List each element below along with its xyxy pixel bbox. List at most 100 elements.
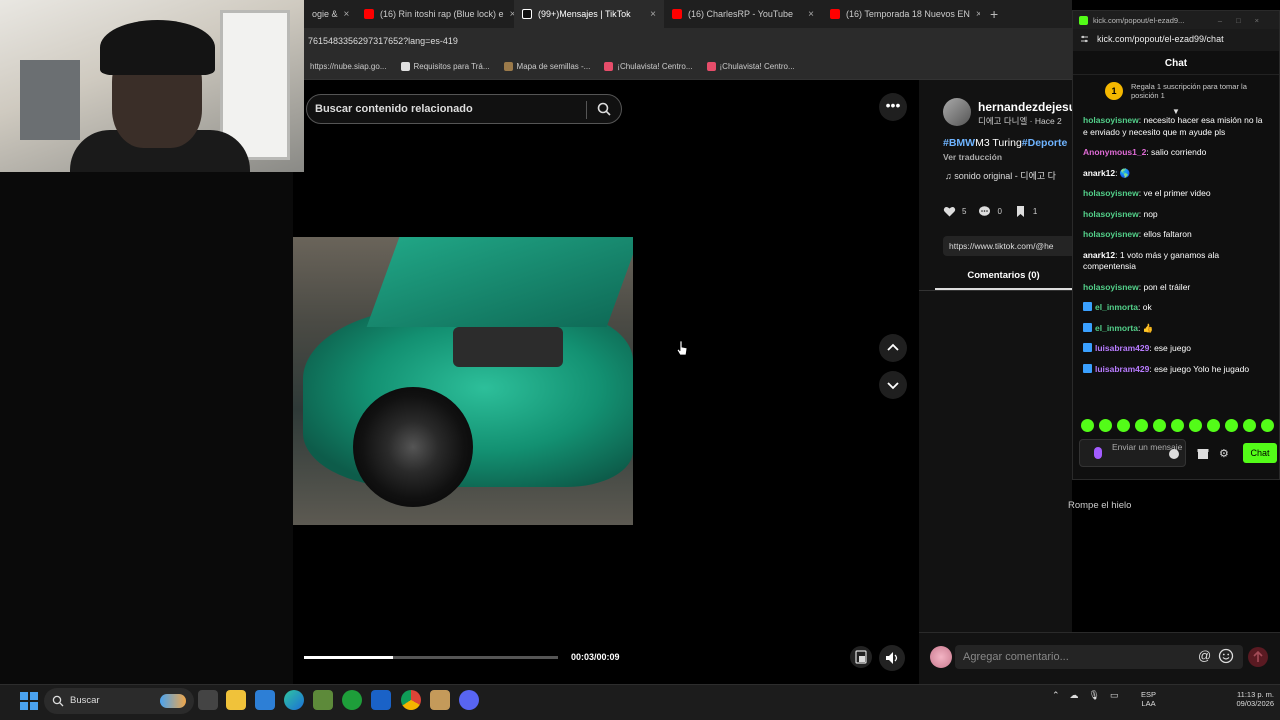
post-actions: 5 0 1 bbox=[943, 205, 1037, 218]
search-icon[interactable] bbox=[597, 102, 611, 116]
browser-tab-label: (99+)Mensajes | TikTok bbox=[538, 9, 631, 19]
post-username[interactable]: hernandezdejesu bbox=[978, 100, 1076, 114]
chat-send-button[interactable]: Chat bbox=[1243, 443, 1277, 463]
bookmark-item[interactable]: https://nube.siap.go... bbox=[310, 62, 387, 71]
display-icon[interactable]: ▭ bbox=[1110, 690, 1119, 701]
chrome-icon[interactable] bbox=[401, 690, 421, 710]
microphone-icon[interactable]: 🎙 bbox=[1089, 690, 1100, 701]
chat-message: holasoyisnew: ellos faltaron bbox=[1083, 229, 1269, 241]
new-tab-button[interactable]: + bbox=[990, 6, 998, 22]
minecraft-icon[interactable] bbox=[313, 690, 333, 710]
xbox-icon[interactable] bbox=[342, 690, 362, 710]
like-button[interactable]: 5 bbox=[943, 205, 966, 218]
address-bar[interactable]: 7615483356297317652?lang=es-419 bbox=[304, 28, 1072, 54]
store-icon[interactable] bbox=[255, 690, 275, 710]
browser-tab-3[interactable]: (16) CharlesRP - YouTube × bbox=[664, 0, 822, 28]
translate-link[interactable]: Ver traducción bbox=[943, 152, 1002, 162]
bookmark-item[interactable]: ¡Chulavista! Centro... bbox=[604, 62, 693, 71]
store-icon[interactable] bbox=[1197, 448, 1209, 460]
chat-username[interactable]: luisabram429 bbox=[1095, 343, 1149, 353]
chat-username[interactable]: holasoyisnew bbox=[1083, 229, 1139, 239]
keyboard-layout: LAA bbox=[1141, 699, 1156, 708]
comment-button[interactable]: 0 bbox=[978, 205, 1002, 218]
chat-username[interactable]: luisabram429 bbox=[1095, 364, 1149, 374]
emote-icon[interactable] bbox=[1189, 419, 1202, 432]
emote-icon[interactable] bbox=[1171, 419, 1184, 432]
previous-video-button[interactable] bbox=[879, 334, 907, 362]
microphone-icon[interactable] bbox=[1094, 447, 1102, 459]
tab-comments[interactable]: Comentarios (0) bbox=[935, 270, 1072, 281]
heart-icon bbox=[943, 206, 956, 217]
mention-icon[interactable]: @ bbox=[1198, 648, 1211, 663]
windows-start-icon[interactable] bbox=[20, 692, 38, 710]
chat-username[interactable]: el_inmorta bbox=[1095, 323, 1138, 333]
chevron-down-icon[interactable]: ▼ bbox=[1172, 107, 1180, 116]
emote-icon[interactable] bbox=[1099, 419, 1112, 432]
send-comment-button[interactable] bbox=[1248, 647, 1268, 667]
close-icon[interactable]: × bbox=[344, 9, 350, 20]
gear-icon[interactable]: ⚙ bbox=[1219, 447, 1229, 460]
chevron-up-icon[interactable]: ⌃ bbox=[1052, 690, 1060, 701]
browser-tab-2[interactable]: (99+)Mensajes | TikTok × bbox=[514, 0, 664, 28]
outlook-icon[interactable] bbox=[371, 690, 391, 710]
hashtag-link[interactable]: #Deporte bbox=[1022, 137, 1068, 149]
hashtag-link[interactable]: #BMW bbox=[943, 137, 975, 149]
copy-link-field[interactable]: https://www.tiktok.com/@he bbox=[943, 236, 1093, 256]
emote-icon[interactable] bbox=[1081, 419, 1094, 432]
save-count: 1 bbox=[1032, 207, 1038, 216]
app-icon[interactable] bbox=[430, 690, 450, 710]
browser-tab-4[interactable]: (16) Temporada 18 Nuevos EN × bbox=[822, 0, 980, 28]
browser-tab-0[interactable]: ogie & × bbox=[304, 0, 356, 28]
bookmark-item[interactable]: ¡Chulavista! Centro... bbox=[706, 62, 795, 71]
task-view-icon[interactable] bbox=[198, 690, 218, 710]
emote-icon[interactable] bbox=[1243, 419, 1256, 432]
emote-icon[interactable] bbox=[1225, 419, 1238, 432]
search-input[interactable]: Buscar contenido relacionado bbox=[306, 94, 622, 124]
next-video-button[interactable] bbox=[879, 371, 907, 399]
close-icon[interactable]: × bbox=[808, 9, 814, 20]
chat-message: luisabram429: ese juego Yolo he jugado bbox=[1083, 363, 1269, 376]
emote-icon[interactable] bbox=[1153, 419, 1166, 432]
chat-message-input[interactable]: Enviar un mensaje bbox=[1079, 439, 1186, 467]
sub-gift-banner[interactable]: 1 Regala 1 suscripción para tomar la pos… bbox=[1073, 75, 1279, 116]
file-explorer-icon[interactable] bbox=[226, 690, 246, 710]
save-button[interactable]: 1 bbox=[1014, 205, 1037, 218]
taskbar-search-label: Buscar bbox=[70, 695, 100, 706]
emote-icon[interactable] bbox=[1261, 419, 1274, 432]
chat-text: : ok bbox=[1138, 302, 1152, 312]
sound-link[interactable]: ♫ sonido original - 디에고 다 bbox=[945, 169, 1056, 182]
chat-username[interactable]: anark12 bbox=[1083, 168, 1115, 178]
emoji-icon[interactable] bbox=[1218, 648, 1234, 664]
bookmark-item[interactable]: Mapa de semillas -... bbox=[503, 62, 590, 71]
emoji-icon[interactable] bbox=[1169, 449, 1179, 459]
chat-username[interactable]: Anonymous1_2 bbox=[1083, 147, 1146, 157]
chat-url-bar[interactable]: kick.com/popout/el-ezad99/chat bbox=[1073, 29, 1279, 51]
emote-icon[interactable] bbox=[1135, 419, 1148, 432]
site-settings-icon[interactable] bbox=[1080, 35, 1089, 44]
taskbar-clock[interactable]: 11:13 p. m. 09/03/2026 bbox=[1226, 690, 1274, 708]
chat-username[interactable]: el_inmorta bbox=[1095, 302, 1138, 312]
close-icon[interactable]: × bbox=[976, 9, 980, 20]
avatar[interactable] bbox=[943, 98, 971, 126]
edge-icon[interactable] bbox=[284, 690, 304, 710]
discord-icon[interactable] bbox=[459, 690, 479, 710]
window-controls[interactable]: –□× bbox=[1218, 16, 1273, 25]
chat-username[interactable]: holasoyisnew bbox=[1083, 188, 1139, 198]
chat-username[interactable]: anark12 bbox=[1083, 250, 1115, 260]
emote-icon[interactable] bbox=[1117, 419, 1130, 432]
video-player[interactable] bbox=[293, 237, 633, 525]
chat-username[interactable]: holasoyisnew bbox=[1083, 282, 1139, 292]
chat-username[interactable]: holasoyisnew bbox=[1083, 209, 1139, 219]
chat-text: : ese juego bbox=[1149, 343, 1191, 353]
language-indicator[interactable]: ESP LAA bbox=[1141, 690, 1156, 708]
volume-icon[interactable] bbox=[879, 645, 905, 671]
cloud-icon[interactable]: ☁ bbox=[1070, 690, 1079, 701]
close-icon[interactable]: × bbox=[650, 9, 656, 20]
bookmark-item[interactable]: Requisitos para Trá... bbox=[400, 62, 490, 71]
emote-icon[interactable] bbox=[1207, 419, 1220, 432]
chat-username[interactable]: holasoyisnew bbox=[1083, 115, 1139, 125]
browser-tab-1[interactable]: (16) Rin itoshi rap (Blue lock) e × bbox=[356, 0, 514, 28]
taskbar-search[interactable]: Buscar bbox=[44, 688, 194, 714]
picture-in-picture-icon[interactable] bbox=[850, 646, 872, 668]
more-options-button[interactable]: ••• bbox=[879, 93, 907, 121]
